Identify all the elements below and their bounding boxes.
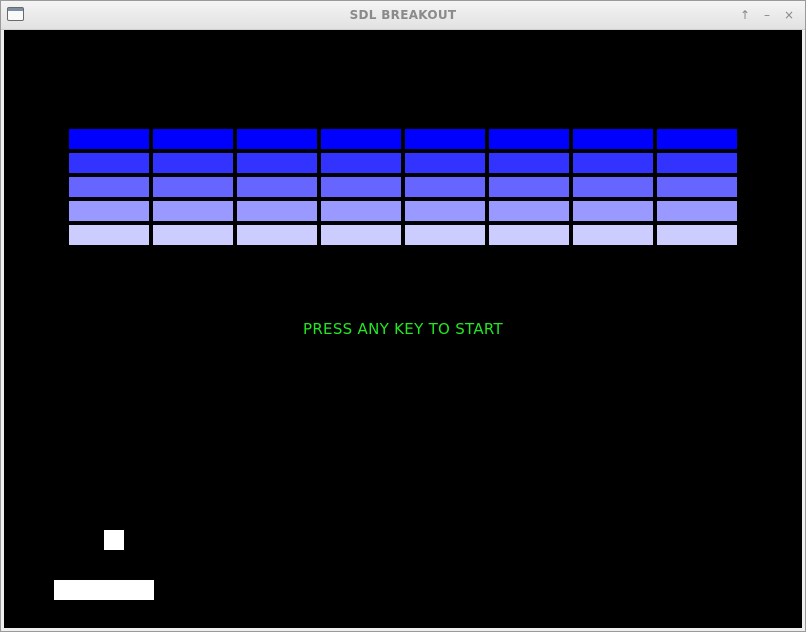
brick [237, 177, 317, 197]
brick [237, 201, 317, 221]
brick [405, 225, 485, 245]
ball [104, 530, 124, 550]
brick [657, 225, 737, 245]
brick [153, 129, 233, 149]
title-bar[interactable]: SDL BREAKOUT ↑ – × [1, 1, 805, 30]
game-canvas[interactable]: PRESS ANY KEY TO START [4, 30, 802, 628]
brick [405, 153, 485, 173]
brick [573, 201, 653, 221]
brick [321, 129, 401, 149]
brick [237, 129, 317, 149]
brick [573, 129, 653, 149]
brick [69, 225, 149, 245]
maximize-icon[interactable]: ↑ [736, 6, 754, 24]
minimize-icon[interactable]: – [758, 6, 776, 24]
brick [237, 225, 317, 245]
brick [405, 129, 485, 149]
brick [69, 201, 149, 221]
brick [69, 153, 149, 173]
brick [321, 225, 401, 245]
brick [657, 177, 737, 197]
paddle [54, 580, 154, 600]
brick [69, 129, 149, 149]
start-prompt: PRESS ANY KEY TO START [302, 320, 504, 338]
brick [657, 129, 737, 149]
brick [321, 153, 401, 173]
brick [405, 177, 485, 197]
brick [489, 129, 569, 149]
brick [153, 177, 233, 197]
brick [405, 201, 485, 221]
brick [489, 153, 569, 173]
brick [573, 177, 653, 197]
brick [321, 177, 401, 197]
brick [657, 153, 737, 173]
brick [489, 177, 569, 197]
brick [153, 225, 233, 245]
brick [321, 201, 401, 221]
brick [69, 177, 149, 197]
app-window: SDL BREAKOUT ↑ – × PRESS ANY KEY TO STAR… [0, 0, 806, 632]
brick [153, 153, 233, 173]
close-icon[interactable]: × [780, 6, 798, 24]
brick [657, 201, 737, 221]
brick [573, 153, 653, 173]
brick [489, 225, 569, 245]
brick [237, 153, 317, 173]
brick [573, 225, 653, 245]
brick [153, 201, 233, 221]
window-title: SDL BREAKOUT [349, 8, 457, 22]
brick [489, 201, 569, 221]
